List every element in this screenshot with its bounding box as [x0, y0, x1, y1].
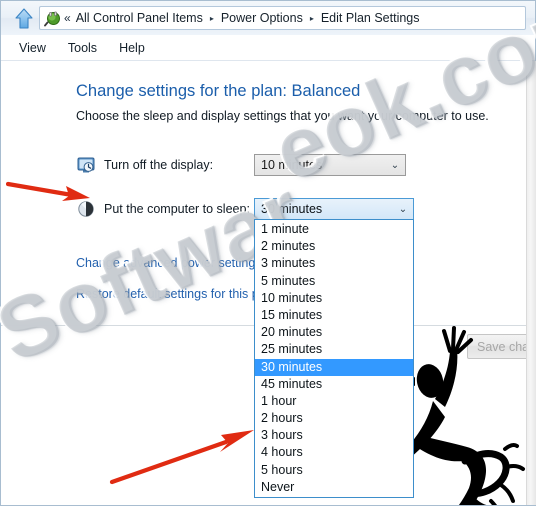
save-changes-button[interactable]: Save changes — [467, 334, 535, 359]
menu-item-help[interactable]: Help — [111, 39, 153, 57]
setting-row-put-computer-to-sleep: Put the computer to sleep: — [76, 198, 250, 220]
dropdown-option[interactable]: 20 minutes — [255, 324, 413, 341]
up-arrow-icon[interactable] — [12, 7, 36, 30]
breadcrumb-item-power-options[interactable]: Power Options — [219, 10, 305, 26]
chevron-down-icon: ⌄ — [398, 203, 408, 215]
menu-item-view[interactable]: View — [11, 39, 54, 57]
dropdown-option[interactable]: 4 hours — [255, 444, 413, 461]
dropdown-option[interactable]: 5 hours — [255, 462, 413, 479]
combo-put-computer-to-sleep[interactable]: 30 minutes ⌄ — [254, 198, 414, 220]
breadcrumb-separator-icon[interactable]: ▸ — [210, 14, 214, 23]
content-pane: Change settings for the plan: Balanced C… — [1, 61, 535, 505]
dropdown-list-sleep-timeout[interactable]: 1 minute 2 minutes 3 minutes 5 minutes 10 mi… — [254, 219, 414, 498]
vertical-scrollbar[interactable] — [526, 61, 536, 505]
back-chevrons-icon[interactable]: « — [64, 11, 71, 25]
setting-row-turn-off-display: Turn off the display: — [76, 154, 213, 176]
breadcrumb-separator-icon[interactable]: ▸ — [310, 14, 314, 23]
dropdown-option[interactable]: 45 minutes — [255, 376, 413, 393]
dropdown-option[interactable]: 2 minutes — [255, 238, 413, 255]
power-plug-icon — [43, 9, 61, 27]
dropdown-option[interactable]: 5 minutes — [255, 273, 413, 290]
dropdown-option[interactable]: 10 minutes — [255, 290, 413, 307]
setting-label-put-computer-to-sleep: Put the computer to sleep: — [104, 202, 250, 216]
power-options-window: « All Control Panel Items ▸ Power Option… — [0, 0, 536, 506]
combo-value-put-computer-to-sleep: 30 minutes — [261, 202, 323, 216]
dropdown-option[interactable]: 25 minutes — [255, 341, 413, 358]
address-input[interactable]: « All Control Panel Items ▸ Power Option… — [39, 6, 526, 30]
dropdown-option[interactable]: 30 minutes — [255, 358, 413, 376]
chevron-down-icon: ⌄ — [390, 159, 400, 171]
link-restore-default-settings[interactable]: Restore default settings for this plan — [76, 287, 275, 301]
link-change-advanced-power-settings[interactable]: Change advanced power settings — [76, 256, 262, 270]
dropdown-option[interactable]: 3 hours — [255, 427, 413, 444]
breadcrumb-item-all-control-panel-items[interactable]: All Control Panel Items — [74, 10, 205, 26]
dropdown-option[interactable]: 1 hour — [255, 393, 413, 410]
dropdown-option[interactable]: 3 minutes — [255, 255, 413, 272]
breadcrumb-item-edit-plan-settings[interactable]: Edit Plan Settings — [319, 10, 422, 26]
combo-turn-off-display[interactable]: 10 minutes ⌄ — [254, 154, 406, 176]
page-title: Change settings for the plan: Balanced — [76, 82, 361, 100]
dropdown-option[interactable]: Never — [255, 479, 413, 496]
monitor-clock-icon — [76, 156, 95, 175]
combo-value-turn-off-display: 10 minutes — [261, 158, 323, 172]
menu-item-tools[interactable]: Tools — [60, 39, 105, 57]
page-subtitle: Choose the sleep and display settings th… — [76, 109, 489, 123]
address-bar: « All Control Panel Items ▸ Power Option… — [1, 1, 535, 35]
dropdown-option[interactable]: 15 minutes — [255, 307, 413, 324]
dropdown-option[interactable]: 2 hours — [255, 410, 413, 427]
sleep-moon-icon — [76, 200, 95, 219]
setting-label-turn-off-display: Turn off the display: — [104, 158, 214, 172]
menu-bar: View Tools Help — [1, 35, 535, 60]
dropdown-option[interactable]: 1 minute — [255, 221, 413, 238]
